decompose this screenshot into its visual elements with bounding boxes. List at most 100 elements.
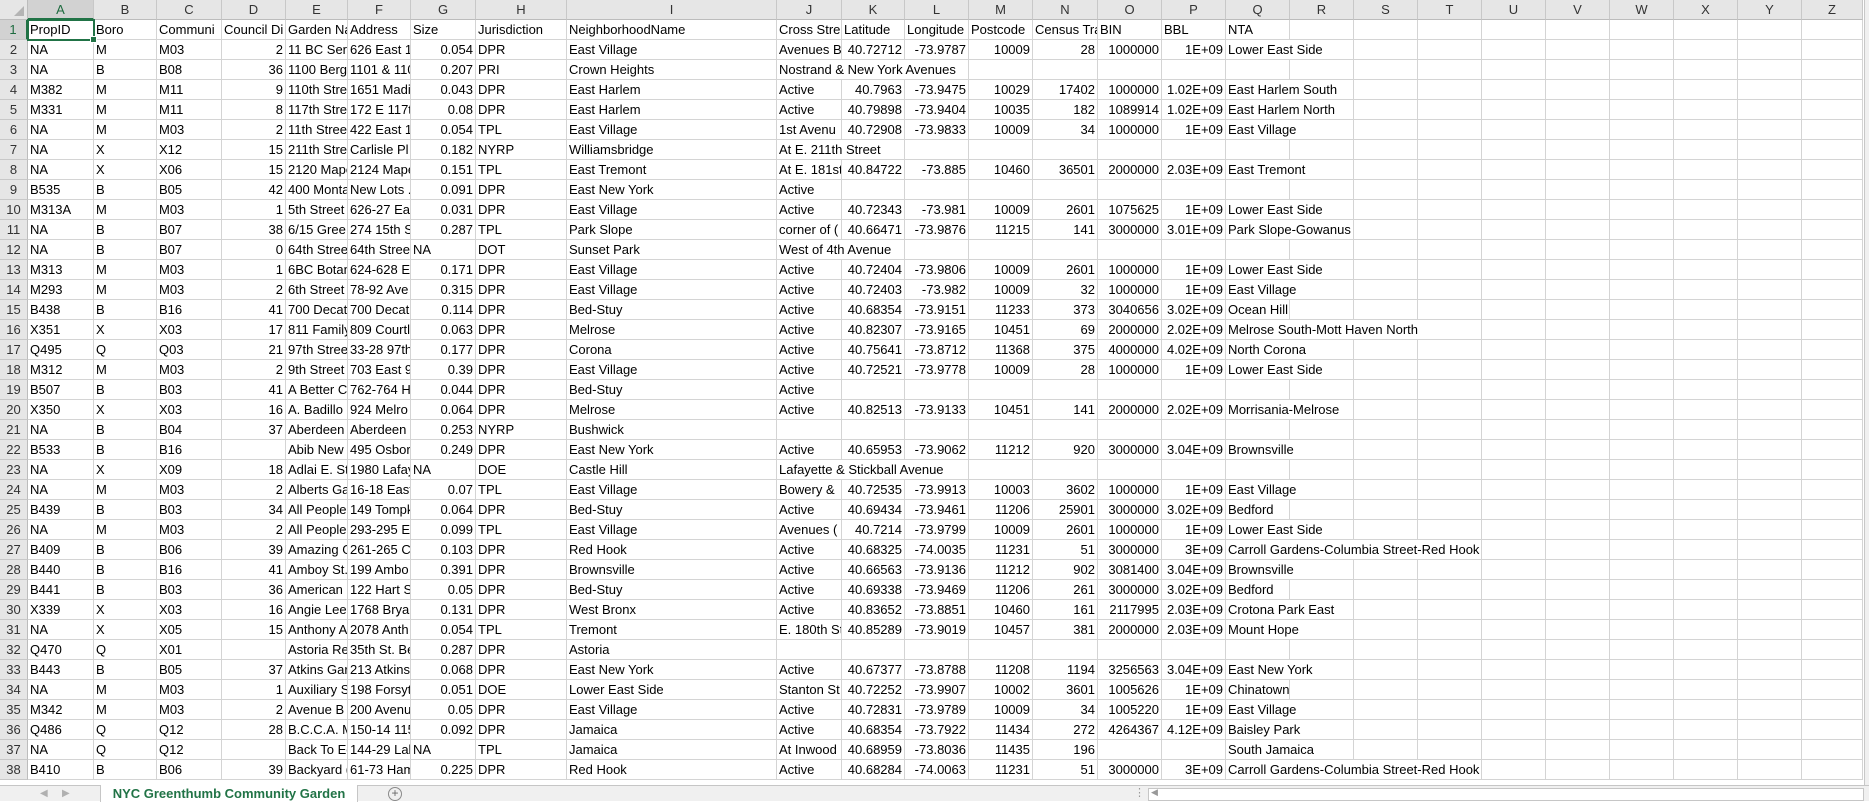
table-cell[interactable]: 34 [222,500,286,520]
table-cell[interactable]: NA [28,140,94,160]
table-cell[interactable]: M [94,700,157,720]
vertical-scrollbar[interactable] [1864,0,1869,785]
table-cell[interactable] [1674,440,1738,460]
table-cell[interactable] [1546,440,1610,460]
table-cell[interactable]: 39 [222,760,286,780]
table-cell[interactable] [1610,760,1674,780]
table-cell[interactable]: South Jamaica [1226,740,1314,760]
table-cell[interactable] [1482,540,1546,560]
row-header[interactable]: 24 [0,480,28,500]
table-cell[interactable]: M03 [157,120,222,140]
table-cell[interactable]: Brownsville [1226,560,1294,580]
table-cell[interactable]: 4000000 [1098,340,1162,360]
table-cell[interactable] [1674,140,1738,160]
table-cell[interactable] [842,420,905,440]
table-cell[interactable] [1354,500,1418,520]
table-cell[interactable]: 0.064 [411,400,476,420]
table-cell[interactable]: 40.65953 [842,440,905,460]
table-cell[interactable]: -73.9913 [905,480,969,500]
table-cell[interactable] [1482,440,1546,460]
table-cell[interactable] [1290,680,1354,700]
table-cell[interactable] [1098,740,1162,760]
table-cell[interactable]: B [94,60,157,80]
table-cell[interactable] [1418,100,1482,120]
table-cell[interactable]: 10451 [969,320,1033,340]
table-cell[interactable] [1610,80,1674,100]
table-cell[interactable] [1354,180,1418,200]
column-header-p[interactable]: P [1162,0,1226,20]
table-cell[interactable] [1482,700,1546,720]
table-cell[interactable] [1802,300,1863,320]
table-cell[interactable] [1674,160,1738,180]
table-cell[interactable] [1674,260,1738,280]
row-header[interactable]: 34 [0,680,28,700]
table-cell[interactable] [1610,40,1674,60]
column-title-cell[interactable]: Census Tra [1033,20,1098,40]
table-cell[interactable]: Melrose South-Mott Haven North [1226,320,1419,340]
table-cell[interactable] [1418,680,1482,700]
table-cell[interactable]: 1194 [1033,660,1098,680]
table-cell[interactable]: 61-73 Ham [348,760,411,780]
table-cell[interactable] [1354,420,1418,440]
table-cell[interactable]: DPR [476,540,567,560]
table-cell[interactable]: 3E+09 [1162,760,1226,780]
table-cell[interactable]: X [94,600,157,620]
table-cell[interactable] [1738,600,1802,620]
table-cell[interactable]: Melrose [567,400,777,420]
column-title-cell[interactable] [1738,20,1802,40]
table-cell[interactable]: 11435 [969,740,1033,760]
table-cell[interactable]: 122 Hart St [348,580,411,600]
column-title-cell[interactable]: NTA [1226,20,1290,40]
table-cell[interactable]: 2 [222,120,286,140]
table-cell[interactable] [905,380,969,400]
table-cell[interactable]: 3000000 [1098,760,1162,780]
column-title-cell[interactable]: Boro [94,20,157,40]
table-cell[interactable] [1546,340,1610,360]
table-cell[interactable] [1162,740,1226,760]
row-header[interactable]: 12 [0,240,28,260]
table-cell[interactable] [1482,120,1546,140]
table-cell[interactable]: 3000000 [1098,500,1162,520]
table-cell[interactable] [1226,460,1290,480]
table-cell[interactable] [1354,660,1418,680]
row-header[interactable]: 6 [0,120,28,140]
table-cell[interactable]: 920 [1033,440,1098,460]
column-header-g[interactable]: G [411,0,476,20]
table-cell[interactable]: NA [28,120,94,140]
table-cell[interactable]: 17402 [1033,80,1098,100]
table-cell[interactable] [1802,80,1863,100]
table-cell[interactable] [1546,380,1610,400]
row-header[interactable]: 13 [0,260,28,280]
table-cell[interactable]: Active [777,440,842,460]
table-cell[interactable]: 0.054 [411,120,476,140]
table-cell[interactable]: M331 [28,100,94,120]
table-cell[interactable]: M293 [28,280,94,300]
table-cell[interactable] [1802,40,1863,60]
table-cell[interactable] [1033,420,1098,440]
table-cell[interactable]: Carlisle Pl [348,140,411,160]
table-cell[interactable]: -73.9461 [905,500,969,520]
table-cell[interactable] [1482,300,1546,320]
table-cell[interactable]: Crotona Park East [1226,600,1335,620]
table-cell[interactable] [1418,700,1482,720]
table-cell[interactable]: Backyard ( [286,760,348,780]
table-cell[interactable] [1802,220,1863,240]
table-cell[interactable]: 16 [222,600,286,620]
table-cell[interactable]: 40.85289 [842,620,905,640]
table-cell[interactable] [1610,400,1674,420]
table-cell[interactable]: M [94,120,157,140]
table-cell[interactable]: 11208 [969,660,1033,680]
table-cell[interactable] [1546,740,1610,760]
table-cell[interactable] [1610,560,1674,580]
table-cell[interactable] [1674,520,1738,540]
table-cell[interactable] [1610,100,1674,120]
table-cell[interactable]: 117th Stre [286,100,348,120]
table-cell[interactable]: 293-295 Ea [348,520,411,540]
table-cell[interactable]: 10009 [969,280,1033,300]
table-cell[interactable]: M313 [28,260,94,280]
table-cell[interactable]: M03 [157,200,222,220]
table-cell[interactable] [1482,660,1546,680]
table-cell[interactable]: 1768 Bryan [348,600,411,620]
column-header-i[interactable]: I [567,0,777,20]
table-cell[interactable]: B07 [157,220,222,240]
